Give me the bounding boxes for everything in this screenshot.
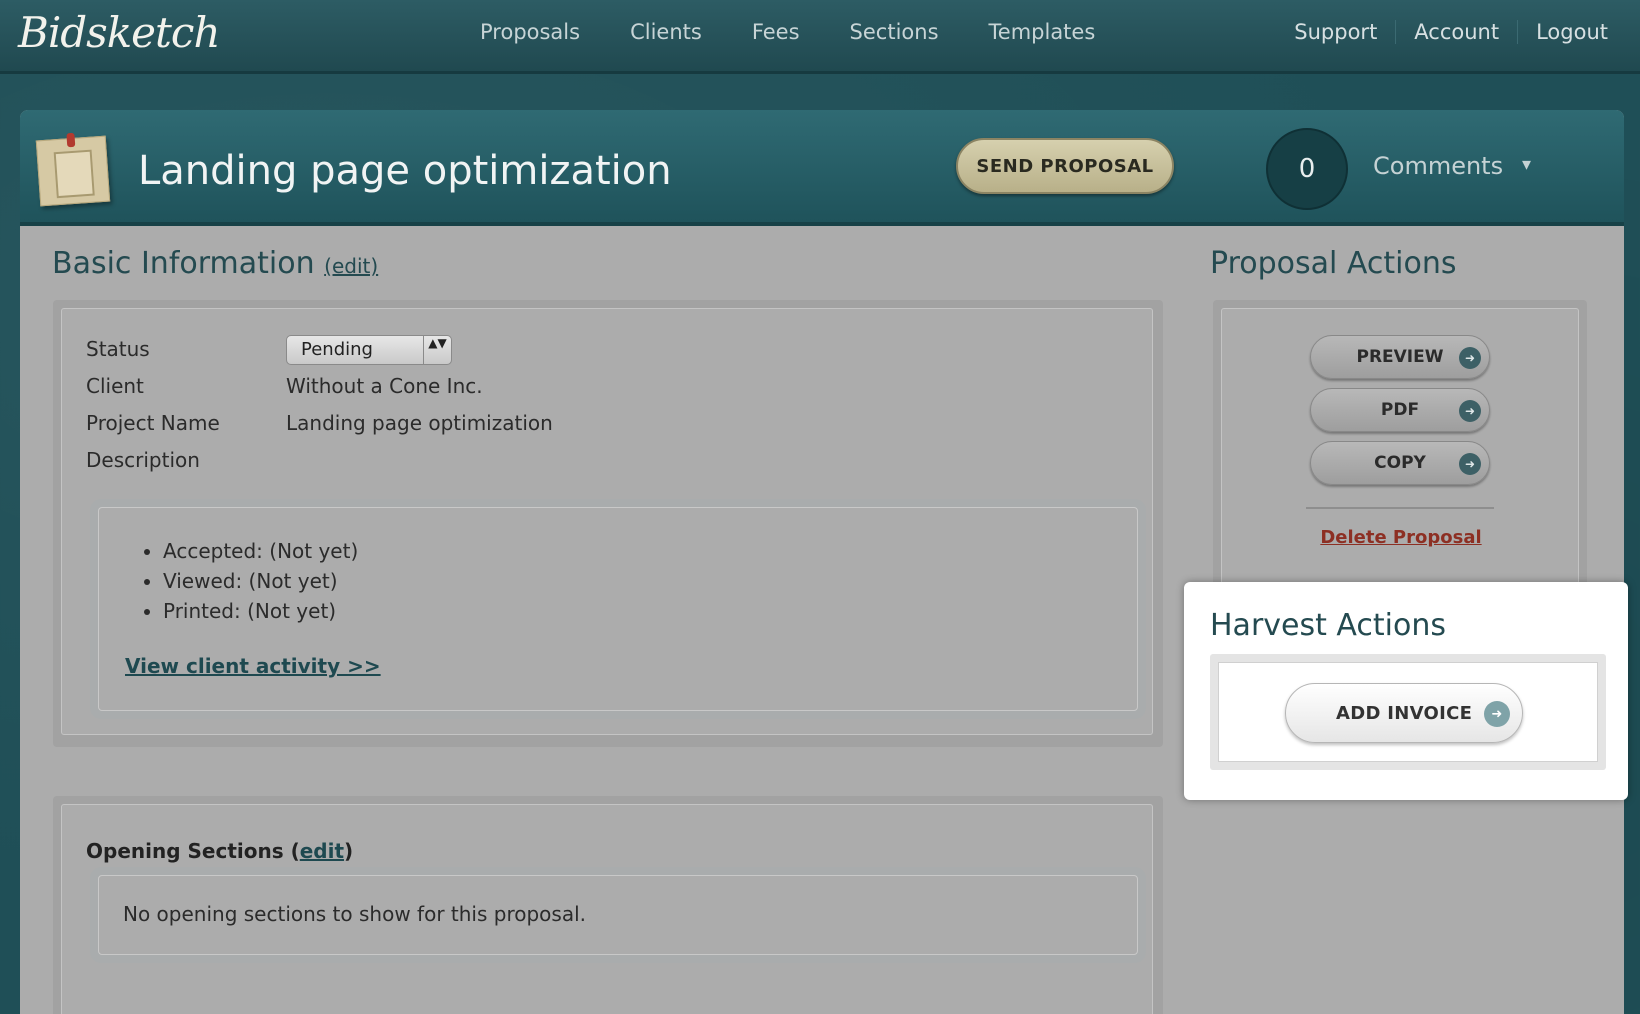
proposal-document-icon [35,132,111,207]
opening-sections-inner: Opening Sections (edit) No opening secti… [61,804,1153,1014]
proposal-panel: Landing page optimization SEND PROPOSAL … [20,110,1624,1014]
status-select-value: Pending [301,339,373,360]
basic-information-inner: Status Pending ▲▼ Client Without a Cone … [61,308,1153,735]
activity-accepted: Accepted: (Not yet) [163,536,358,566]
nav-fees[interactable]: Fees [752,20,800,44]
arrow-right-icon: ➜ [1459,347,1481,369]
opening-sections-title: Opening Sections (edit) [86,839,354,863]
add-invoice-button[interactable]: ADD INVOICE ➜ [1285,683,1523,743]
comments-toggle[interactable]: Comments [1373,152,1503,180]
status-label: Status [86,337,150,361]
divider [1306,507,1494,509]
copy-button-label: COPY [1374,453,1426,473]
nav-templates[interactable]: Templates [989,20,1096,44]
opening-sections-label: Opening Sections [86,839,284,863]
status-select[interactable]: Pending ▲▼ [286,335,452,365]
proposal-actions-inner: PREVIEW ➜ PDF ➜ COPY ➜ Delete Proposal [1221,308,1579,598]
nav-account[interactable]: Account [1395,20,1517,44]
client-value: Without a Cone Inc. [286,374,483,398]
basic-information-title: Basic Information [52,246,315,281]
basic-information-edit-link[interactable]: (edit) [324,254,378,278]
client-activity-box: Accepted: (Not yet) Viewed: (Not yet) Pr… [98,507,1138,711]
harvest-actions-heading: Harvest Actions [1210,608,1447,643]
logo[interactable]: Bidsketch [18,8,220,57]
chevron-down-icon[interactable]: ▾ [1522,154,1531,175]
proposal-actions-box: PREVIEW ➜ PDF ➜ COPY ➜ Delete Proposal [1213,300,1587,600]
proposal-title: Landing page optimization [138,148,672,194]
select-arrows-icon: ▲▼ [423,336,451,364]
pdf-button-label: PDF [1380,400,1420,420]
copy-button[interactable]: COPY ➜ [1310,441,1490,485]
proposal-actions-heading: Proposal Actions [1210,246,1457,281]
pin-icon [66,132,76,148]
view-client-activity-link[interactable]: View client activity >> [125,654,381,678]
delete-proposal-link[interactable]: Delete Proposal [1222,527,1580,548]
harvest-actions-box: ADD INVOICE ➜ [1210,654,1606,770]
nav-clients[interactable]: Clients [630,20,702,44]
harvest-actions-card: Harvest Actions ADD INVOICE ➜ [1184,582,1628,800]
arrow-right-icon: ➜ [1459,453,1481,475]
pdf-button[interactable]: PDF ➜ [1310,388,1490,432]
basic-information-heading: Basic Information (edit) [52,246,378,281]
opening-sections-empty: No opening sections to show for this pro… [98,875,1138,955]
comment-count-bubble[interactable]: 0 [1266,128,1348,210]
preview-button-label: PREVIEW [1356,347,1444,367]
nav-logout[interactable]: Logout [1517,20,1626,44]
opening-sections-edit-link[interactable]: edit [300,839,344,863]
main-nav: Proposals Clients Fees Sections Template… [480,20,1145,44]
activity-printed: Printed: (Not yet) [163,596,358,626]
project-name-value: Landing page optimization [286,411,553,435]
send-proposal-button[interactable]: SEND PROPOSAL [956,138,1174,194]
top-navigation: Bidsketch Proposals Clients Fees Section… [0,0,1640,74]
arrow-right-icon: ➜ [1459,400,1481,422]
add-invoice-label: ADD INVOICE [1336,702,1473,724]
basic-information-box: Status Pending ▲▼ Client Without a Cone … [53,300,1163,747]
nav-proposals[interactable]: Proposals [480,20,580,44]
arrow-right-icon: ➜ [1484,701,1510,727]
nav-sections[interactable]: Sections [850,20,939,44]
preview-button[interactable]: PREVIEW ➜ [1310,335,1490,379]
opening-sections-box: Opening Sections (edit) No opening secti… [53,796,1163,1014]
client-label: Client [86,374,144,398]
project-name-label: Project Name [86,411,220,435]
activity-viewed: Viewed: (Not yet) [163,566,358,596]
proposal-header: Landing page optimization SEND PROPOSAL … [20,110,1624,226]
activity-list: Accepted: (Not yet) Viewed: (Not yet) Pr… [163,536,358,626]
user-nav: Support Account Logout [1276,20,1626,44]
nav-support[interactable]: Support [1276,20,1395,44]
harvest-actions-inner: ADD INVOICE ➜ [1218,662,1598,762]
description-label: Description [86,448,200,472]
